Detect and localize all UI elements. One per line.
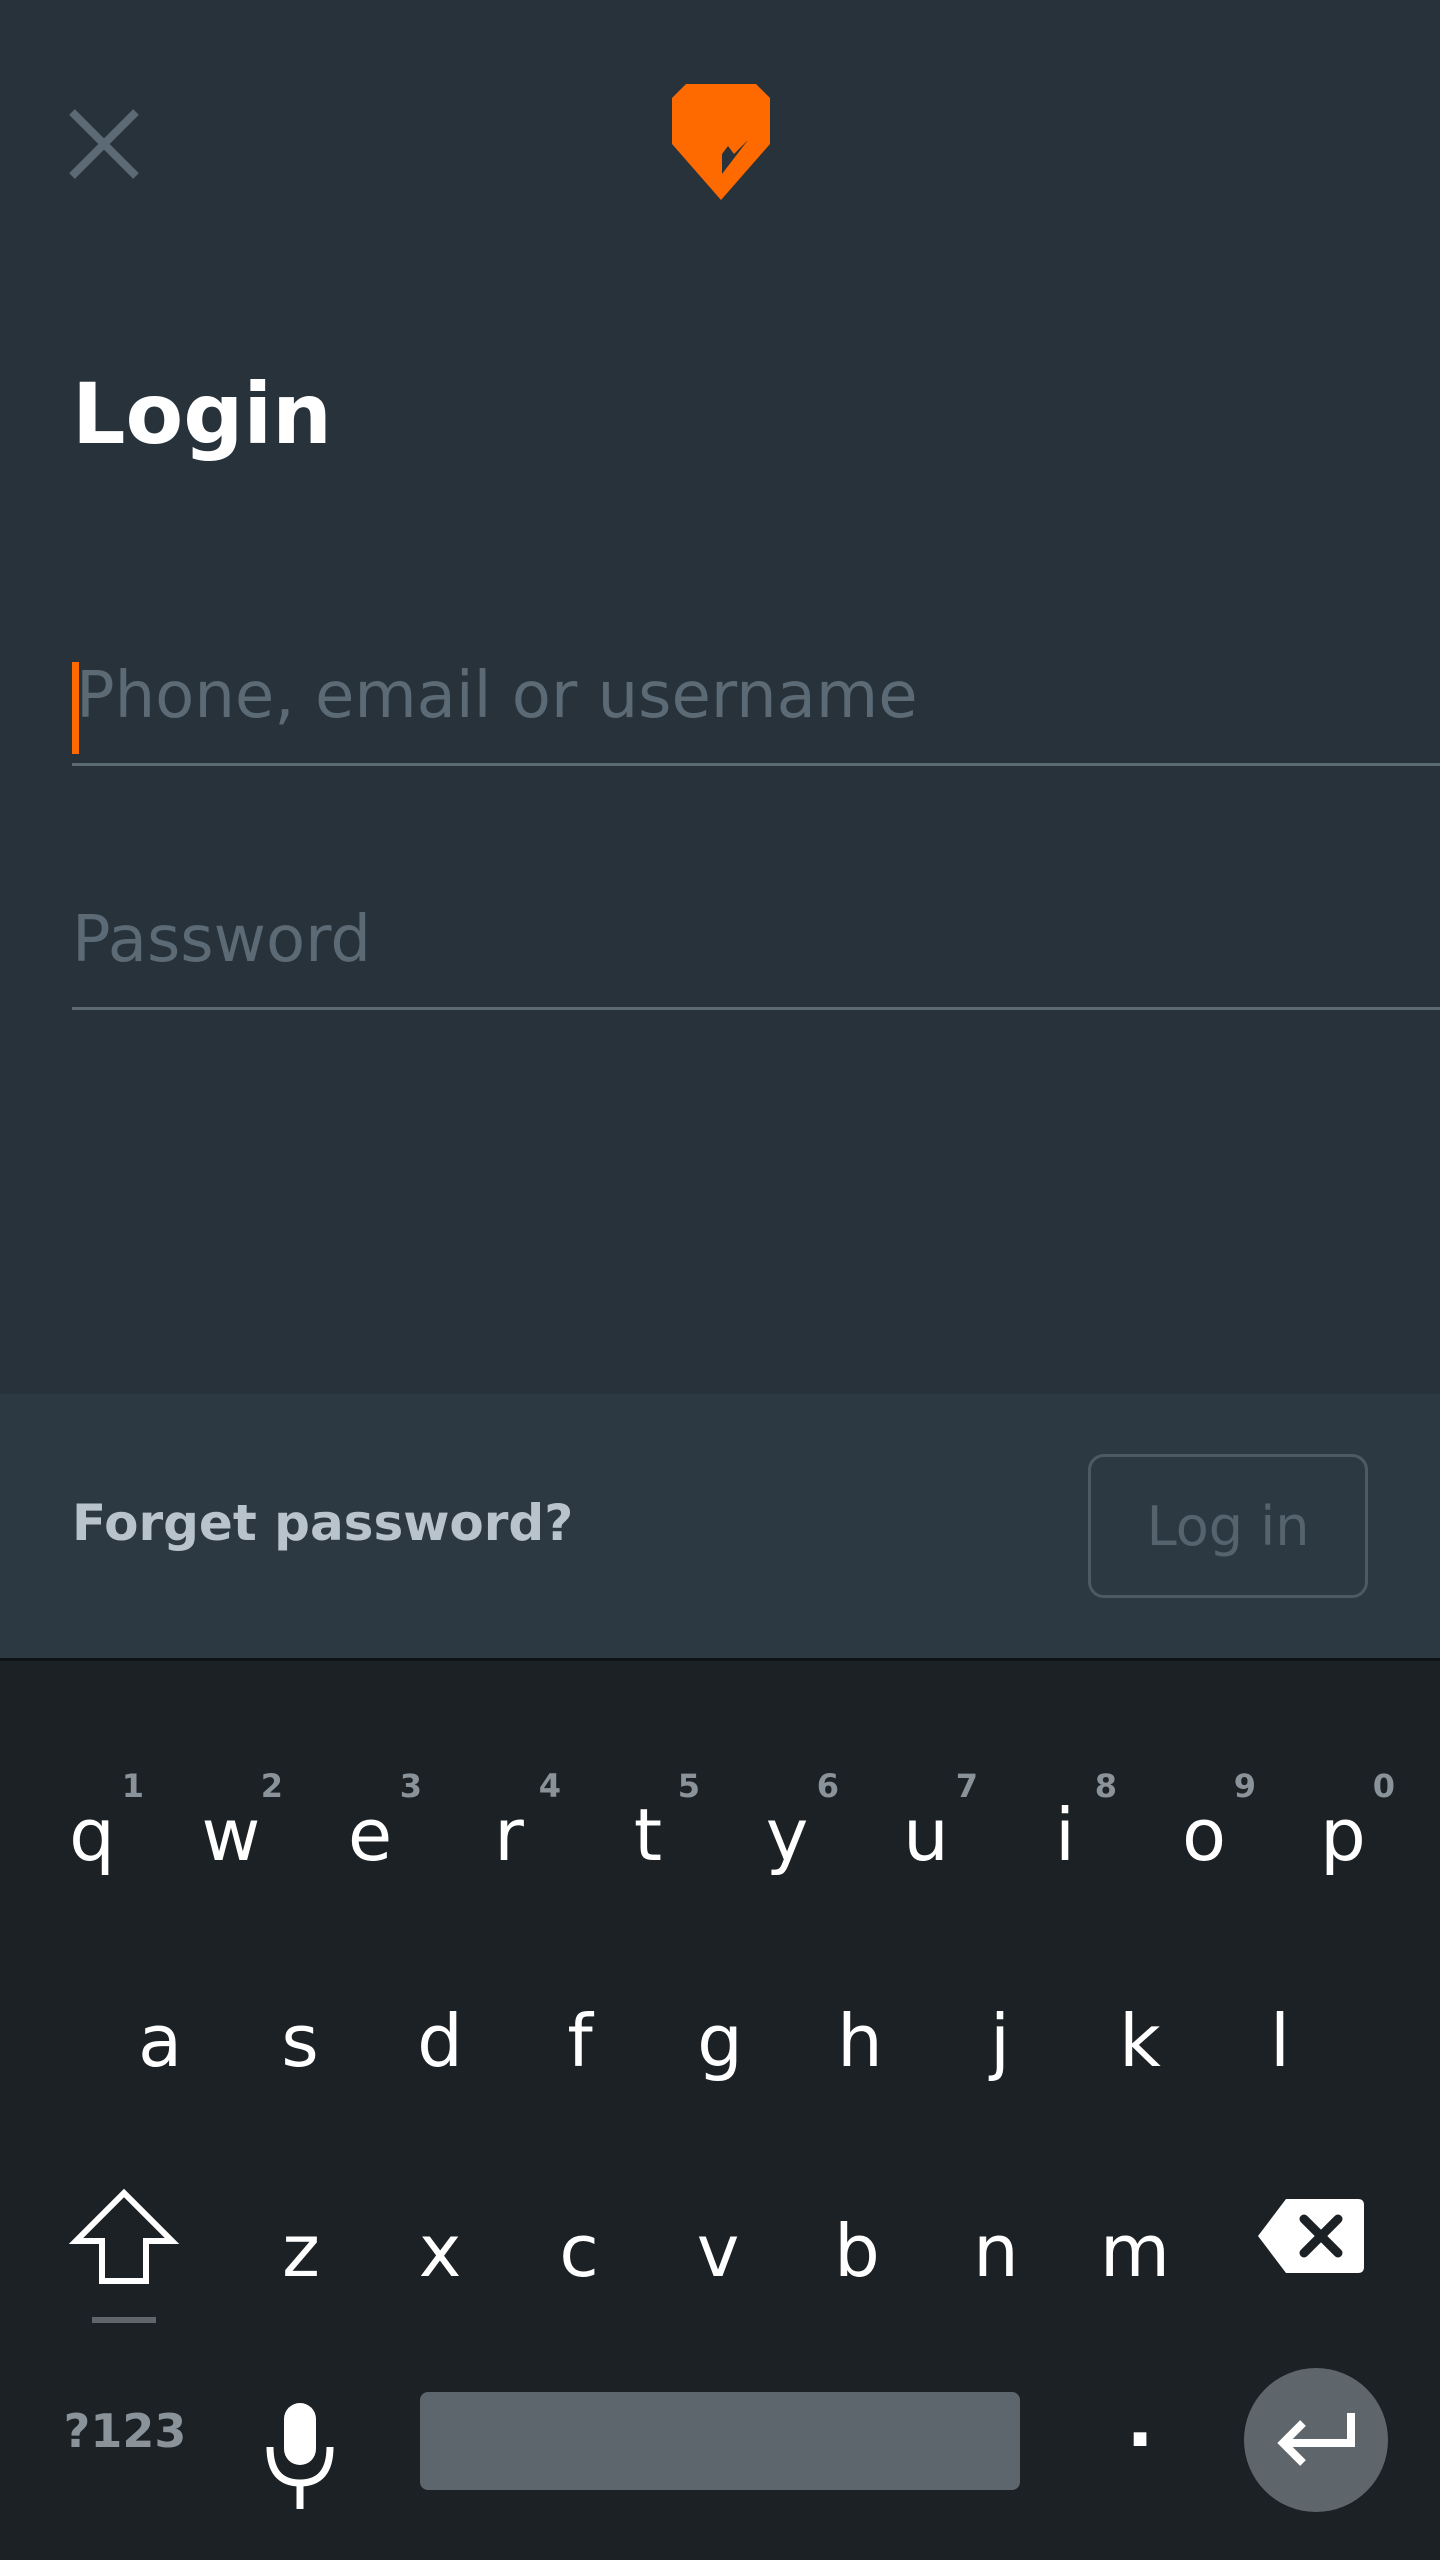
key-number-hint: 6 [816, 1767, 839, 1805]
key-label: g [697, 1999, 743, 2083]
key-h[interactable]: h [790, 1951, 930, 2131]
key-label: u [903, 1793, 949, 1877]
key-label: t [633, 1793, 663, 1877]
key-label: l [1269, 1999, 1290, 2083]
key-label: a [137, 1999, 183, 2083]
key-y[interactable]: y6 [717, 1745, 857, 1925]
period-key[interactable]: . [1090, 2351, 1190, 2491]
key-label: k [1119, 1999, 1161, 2083]
key-k[interactable]: k [1070, 1951, 1210, 2131]
key-c[interactable]: c [509, 2161, 649, 2341]
key-label: x [418, 2209, 462, 2293]
key-e[interactable]: e3 [300, 1745, 440, 1925]
key-n[interactable]: n [926, 2161, 1066, 2341]
backspace-key[interactable] [1256, 2191, 1366, 2281]
password-field[interactable]: Password [72, 870, 1440, 1010]
microphone-icon [266, 2403, 334, 2509]
voice-input-key[interactable] [250, 2391, 350, 2521]
key-u[interactable]: u7 [856, 1745, 996, 1925]
action-bar: Forget password? Log in [0, 1394, 1440, 1658]
key-p[interactable]: p0 [1273, 1745, 1413, 1925]
enter-icon [1277, 2413, 1355, 2466]
username-underline [72, 763, 1440, 766]
key-m[interactable]: m [1065, 2161, 1205, 2341]
key-label: w [201, 1793, 261, 1877]
key-label: b [834, 2209, 880, 2293]
key-label: e [347, 1793, 393, 1877]
username-field[interactable]: Phone, email or username [72, 626, 1440, 766]
key-label: q [69, 1793, 115, 1877]
key-label: n [973, 2209, 1019, 2293]
key-label: z [282, 2209, 320, 2293]
key-number-hint: 9 [1233, 1767, 1256, 1805]
shift-indicator [92, 2317, 156, 2323]
key-number-hint: 5 [677, 1767, 700, 1805]
key-number-hint: 2 [260, 1767, 283, 1805]
key-label: s [281, 1999, 319, 2083]
key-t[interactable]: t5 [578, 1745, 718, 1925]
backspace-icon [1258, 2199, 1364, 2273]
key-g[interactable]: g [650, 1951, 790, 2131]
key-l[interactable]: l [1210, 1951, 1350, 2131]
key-v[interactable]: v [648, 2161, 788, 2341]
username-placeholder: Phone, email or username [76, 659, 918, 733]
page-title: Login [72, 365, 332, 463]
symbols-key[interactable]: ?123 [60, 2371, 190, 2491]
login-button[interactable]: Log in [1088, 1454, 1368, 1598]
key-label: d [417, 1999, 463, 2083]
key-label: y [765, 1793, 809, 1877]
key-j[interactable]: j [930, 1951, 1070, 2131]
key-label: c [559, 2209, 599, 2293]
key-w[interactable]: w2 [161, 1745, 301, 1925]
space-key[interactable] [420, 2392, 1020, 2490]
key-label: h [837, 1999, 883, 2083]
key-q[interactable]: q1 [22, 1745, 162, 1925]
key-number-hint: 3 [399, 1767, 422, 1805]
key-z[interactable]: z [231, 2161, 371, 2341]
enter-key[interactable] [1244, 2368, 1388, 2512]
key-number-hint: 7 [955, 1767, 978, 1805]
shift-icon [68, 2188, 180, 2284]
key-number-hint: 8 [1094, 1767, 1117, 1805]
key-label: m [1099, 2209, 1171, 2293]
key-label: r [494, 1793, 524, 1877]
on-screen-keyboard: q1w2e3r4t5y6u7i8o9p0 asdfghjkl zxcvbnm ?… [0, 1661, 1440, 2560]
key-d[interactable]: d [370, 1951, 510, 2131]
password-underline [72, 1007, 1440, 1010]
close-button[interactable] [64, 104, 144, 184]
key-label: f [567, 1999, 593, 2083]
key-a[interactable]: a [90, 1951, 230, 2131]
shift-key[interactable] [64, 2181, 184, 2323]
key-label: p [1320, 1793, 1366, 1877]
key-x[interactable]: x [370, 2161, 510, 2341]
key-r[interactable]: r4 [439, 1745, 579, 1925]
forgot-password-link[interactable]: Forget password? [72, 1494, 573, 1552]
key-f[interactable]: f [510, 1951, 650, 2131]
key-number-hint: 0 [1372, 1767, 1395, 1805]
key-s[interactable]: s [230, 1951, 370, 2131]
key-o[interactable]: o9 [1134, 1745, 1274, 1925]
key-label: v [696, 2209, 740, 2293]
close-icon [69, 109, 139, 179]
key-b[interactable]: b [787, 2161, 927, 2341]
key-label: o [1181, 1793, 1227, 1877]
key-label: i [1054, 1793, 1075, 1877]
brand-logo-icon [672, 84, 770, 200]
key-label: j [989, 1999, 1010, 2083]
key-number-hint: 1 [121, 1767, 144, 1805]
password-placeholder: Password [72, 903, 371, 977]
key-i[interactable]: i8 [995, 1745, 1135, 1925]
key-number-hint: 4 [538, 1767, 561, 1805]
